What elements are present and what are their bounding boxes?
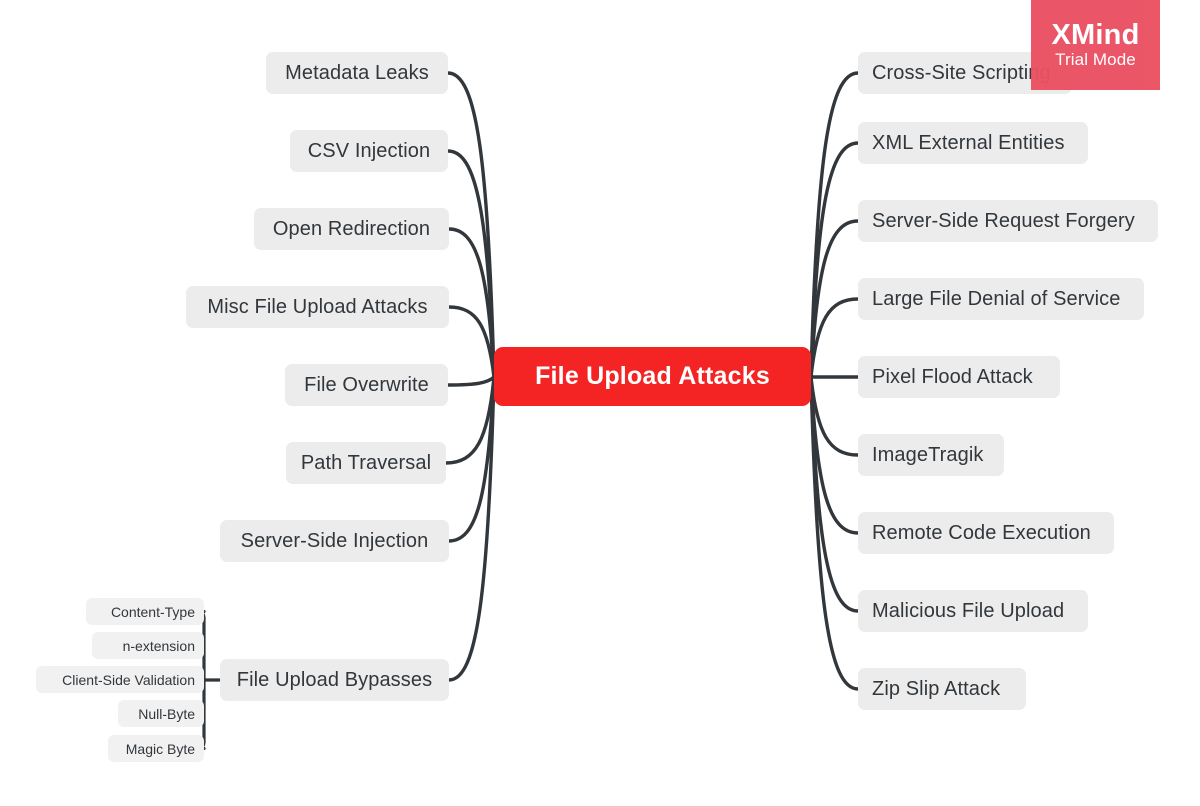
branch-node-file-overwrite[interactable]: File Overwrite — [285, 364, 448, 406]
xmind-trial-watermark: XMind Trial Mode — [1031, 0, 1160, 90]
branch-node-path-traversal[interactable]: Path Traversal — [286, 442, 446, 484]
branch-node-server-side-request-forgery[interactable]: Server-Side Request Forgery — [858, 200, 1158, 242]
node-label: n-extension — [122, 637, 195, 654]
branch-node-misc-file-upload-attacks[interactable]: Misc File Upload Attacks — [186, 286, 449, 328]
node-label: Magic Byte — [125, 740, 195, 757]
connector-line — [809, 375, 860, 613]
node-label: Remote Code Execution — [872, 522, 1091, 544]
mindmap-canvas: File Upload Attacks Metadata Leaks CSV In… — [0, 0, 1200, 806]
watermark-title: XMind — [1051, 18, 1140, 51]
subtopic-node-client-side-validation[interactable]: Client-Side Validation — [36, 666, 204, 693]
connector-line — [447, 375, 496, 682]
branch-node-csv-injection[interactable]: CSV Injection — [290, 130, 448, 172]
connector-line — [809, 297, 860, 379]
node-label: ImageTragik — [872, 444, 984, 466]
node-label: Zip Slip Attack — [872, 678, 1001, 700]
node-label: File Upload Bypasses — [236, 669, 433, 691]
connector-line — [446, 375, 496, 387]
node-label: Server-Side Injection — [240, 530, 429, 552]
subtopic-node-n-extension[interactable]: n-extension — [92, 632, 204, 659]
branch-node-large-file-denial-of-service[interactable]: Large File Denial of Service — [858, 278, 1144, 320]
node-label: CSV Injection — [307, 140, 431, 162]
node-label: Path Traversal — [300, 452, 432, 474]
subtopic-node-null-byte[interactable]: Null-Byte — [118, 700, 204, 727]
branch-node-remote-code-execution[interactable]: Remote Code Execution — [858, 512, 1114, 554]
connector-line — [447, 375, 496, 543]
node-label: Large File Denial of Service — [872, 288, 1121, 310]
branch-node-imagetragik[interactable]: ImageTragik — [858, 434, 1004, 476]
subtopic-node-content-type[interactable]: Content-Type — [86, 598, 204, 625]
node-label: Content-Type — [110, 603, 195, 620]
node-label: Client-Side Validation — [62, 671, 195, 688]
watermark-subtitle: Trial Mode — [1055, 50, 1136, 70]
branch-node-pixel-flood-attack[interactable]: Pixel Flood Attack — [858, 356, 1060, 398]
branch-node-metadata-leaks[interactable]: Metadata Leaks — [266, 52, 448, 94]
node-label: Pixel Flood Attack — [872, 366, 1033, 388]
connector-line — [444, 375, 496, 465]
branch-node-zip-slip-attack[interactable]: Zip Slip Attack — [858, 668, 1026, 710]
connector-line — [809, 375, 860, 691]
node-label: File Overwrite — [304, 374, 429, 396]
node-label: Null-Byte — [138, 705, 195, 722]
node-label: Malicious File Upload — [872, 600, 1065, 622]
branch-node-xml-external-entities[interactable]: XML External Entities — [858, 122, 1088, 164]
node-label: Metadata Leaks — [285, 62, 429, 84]
node-label: Server-Side Request Forgery — [872, 210, 1135, 232]
connector-line — [446, 71, 496, 379]
node-label: XML External Entities — [872, 132, 1065, 154]
connector-line — [447, 305, 496, 379]
connector-line — [809, 141, 860, 379]
connector-line — [809, 71, 860, 379]
branch-node-open-redirection[interactable]: Open Redirection — [254, 208, 449, 250]
connector-line — [809, 375, 860, 535]
node-label: Cross-Site Scripting — [872, 62, 1051, 84]
node-label: Open Redirection — [272, 218, 431, 240]
branch-node-malicious-file-upload[interactable]: Malicious File Upload — [858, 590, 1088, 632]
central-topic-node[interactable]: File Upload Attacks — [494, 347, 811, 406]
branch-node-server-side-injection[interactable]: Server-Side Injection — [220, 520, 449, 562]
connector-line — [809, 375, 860, 457]
branch-node-file-upload-bypasses[interactable]: File Upload Bypasses — [220, 659, 449, 701]
node-label: Misc File Upload Attacks — [207, 296, 428, 318]
central-topic-label: File Upload Attacks — [535, 362, 770, 390]
subtopic-node-magic-byte[interactable]: Magic Byte — [108, 735, 204, 762]
connector-line — [446, 149, 496, 379]
connector-line — [447, 227, 496, 379]
connector-line — [809, 219, 860, 379]
